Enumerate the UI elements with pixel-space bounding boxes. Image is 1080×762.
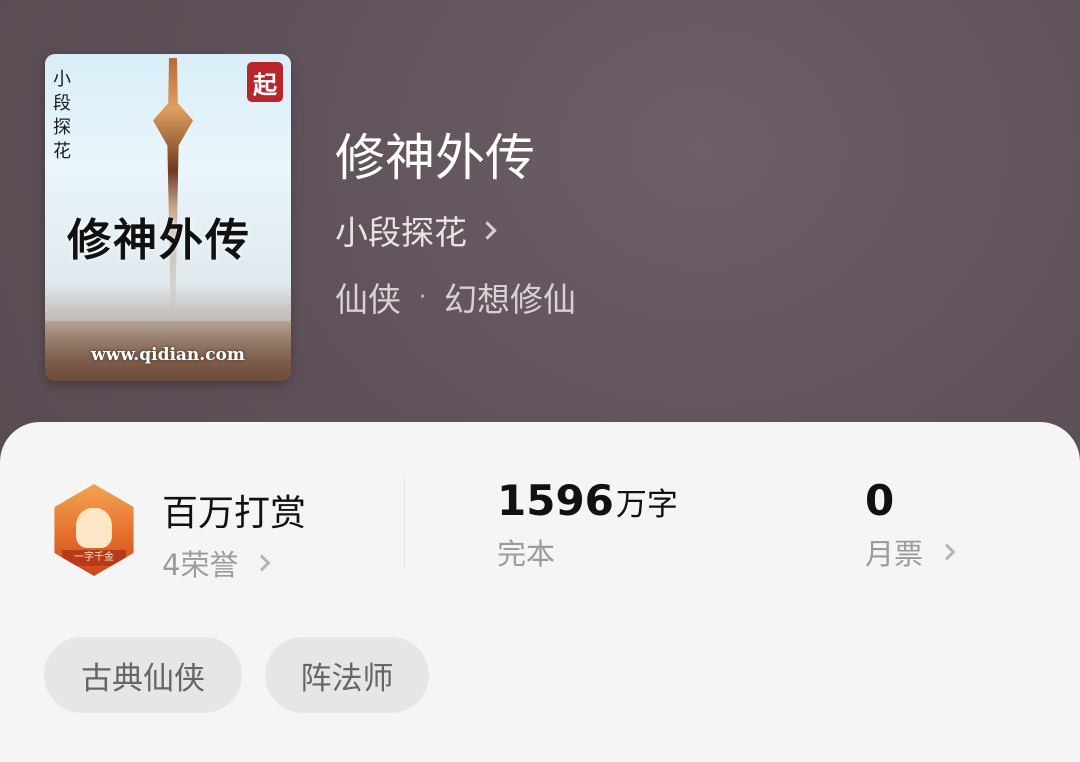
badge-ribbon: 一字千金: [62, 550, 126, 566]
monthly-ticket-stat[interactable]: 0 月票: [865, 476, 956, 573]
chevron-right-icon: [253, 554, 271, 572]
qidian-logo: 起: [247, 62, 283, 102]
money-bag-icon: [76, 508, 112, 548]
reward-title: 百万打赏: [162, 493, 307, 534]
book-title: 修神外传: [335, 129, 535, 187]
book-cover[interactable]: 小段探花 修神外传 起 www.qidian.com: [45, 54, 291, 381]
chevron-right-icon: [938, 543, 956, 561]
genre-subcategory: 幻想修仙: [444, 280, 576, 319]
book-header: 小段探花 修神外传 起 www.qidian.com 修神外传 小段探花 仙侠 …: [0, 0, 1080, 430]
stat-divider: [404, 478, 405, 568]
completion-status: 完本: [497, 537, 556, 571]
genre-info: 仙侠 · 幻想修仙: [335, 273, 576, 321]
monthly-ticket-row: 月票: [865, 531, 956, 573]
cover-url-text: www.qidian.com: [91, 345, 245, 365]
word-count-stat: 1596万字 完本: [497, 476, 678, 573]
tag-formation-master[interactable]: 阵法师: [265, 637, 429, 713]
chevron-right-icon: [478, 220, 497, 240]
author-link[interactable]: 小段探花: [335, 206, 497, 254]
honors-row: 4荣誉: [162, 542, 306, 584]
cover-author-text: 小段探花: [53, 69, 71, 162]
word-count-number: 1596: [497, 476, 614, 525]
reward-stat[interactable]: 百万打赏 4荣誉: [162, 484, 306, 584]
word-count-unit: 万字: [615, 487, 678, 523]
genre-category: 仙侠: [335, 280, 401, 319]
cover-sword-art: [153, 58, 193, 308]
cover-title-text: 修神外传: [67, 215, 251, 266]
author-name: 小段探花: [335, 213, 467, 252]
monthly-ticket-label: 月票: [865, 537, 924, 571]
honors-count: 4荣誉: [162, 548, 239, 582]
tag-classic-xianxia[interactable]: 古典仙侠: [44, 637, 242, 713]
genre-separator: ·: [419, 284, 426, 310]
reward-badge-icon[interactable]: 一字千金: [48, 484, 140, 580]
badge-hexagon: 一字千金: [54, 484, 134, 576]
monthly-ticket-number: 0: [865, 476, 895, 525]
